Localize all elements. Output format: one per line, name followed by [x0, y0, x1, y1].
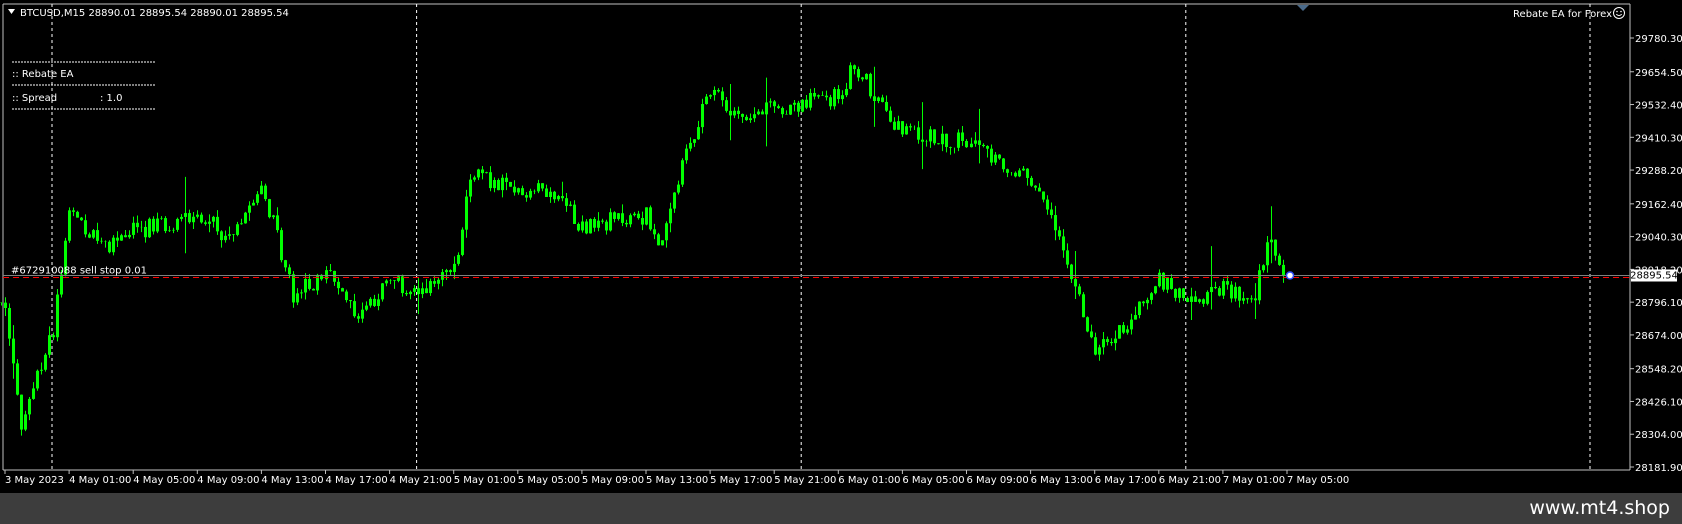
spread-value: : 1.0 — [100, 93, 122, 104]
spread-label: :: Spread — [12, 93, 57, 104]
x-tick-label: 6 May 21:00 — [1159, 475, 1221, 486]
x-tick-label: 4 May 21:00 — [390, 475, 452, 486]
x-tick-label: 6 May 09:00 — [967, 475, 1029, 486]
y-tick-label: 28426.10 — [1635, 397, 1682, 408]
footer-brand: www.mt4.shop — [1529, 497, 1670, 519]
x-tick-label: 5 May 13:00 — [646, 475, 708, 486]
current-price-label: 28895.54 — [1630, 271, 1678, 282]
info-title: :: Rebate EA — [12, 69, 74, 80]
x-tick-label: 6 May 05:00 — [902, 475, 964, 486]
y-tick-label: 28674.00 — [1635, 331, 1682, 342]
x-tick-label: 6 May 13:00 — [1031, 475, 1093, 486]
y-tick-label: 28548.20 — [1635, 365, 1682, 376]
crosshair-marker-ring — [1285, 271, 1295, 280]
ea-name: Rebate EA for Forex — [1513, 9, 1612, 20]
order-label[interactable]: #672910088 sell stop 0.01 — [11, 266, 147, 277]
x-tick-label: 6 May 17:00 — [1095, 475, 1157, 486]
chart-background — [0, 0, 1682, 493]
y-tick-label: 29040.30 — [1635, 233, 1682, 244]
x-tick-label: 6 May 01:00 — [838, 475, 900, 486]
y-tick-label: 29288.20 — [1635, 166, 1682, 177]
y-tick-label: 28181.90 — [1635, 463, 1682, 474]
symbol-info: BTCUSD,M15 28890.01 28895.54 28890.01 28… — [20, 8, 289, 19]
x-tick-label: 3 May 2023 — [5, 475, 64, 486]
x-tick-label: 4 May 17:00 — [326, 475, 388, 486]
x-tick-label: 5 May 21:00 — [774, 475, 836, 486]
y-tick-label: 29410.30 — [1635, 133, 1682, 144]
footer-bar: www.mt4.shop — [0, 493, 1682, 524]
y-tick-label: 29532.40 — [1635, 101, 1682, 112]
x-tick-label: 4 May 09:00 — [197, 475, 259, 486]
y-tick-label: 29780.30 — [1635, 34, 1682, 45]
x-tick-label: 7 May 05:00 — [1287, 475, 1349, 486]
x-tick-label: 4 May 05:00 — [133, 475, 195, 486]
x-tick-label: 5 May 01:00 — [454, 475, 516, 486]
x-tick-label: 4 May 13:00 — [261, 475, 323, 486]
y-tick-label: 28796.10 — [1635, 298, 1682, 309]
x-tick-label: 5 May 05:00 — [518, 475, 580, 486]
x-tick-label: 5 May 09:00 — [582, 475, 644, 486]
x-tick-label: 5 May 17:00 — [710, 475, 772, 486]
crosshair-marker-icon[interactable] — [1285, 271, 1295, 280]
chart[interactable]: #672910088 sell stop 0.01 BTCUSD,M15 288… — [0, 0, 1682, 493]
y-tick-label: 28304.00 — [1635, 430, 1682, 441]
y-tick-label: 29654.50 — [1635, 68, 1682, 79]
x-tick-label: 7 May 01:00 — [1223, 475, 1285, 486]
y-tick-label: 29162.40 — [1635, 200, 1682, 211]
x-tick-label: 4 May 01:00 — [69, 475, 131, 486]
